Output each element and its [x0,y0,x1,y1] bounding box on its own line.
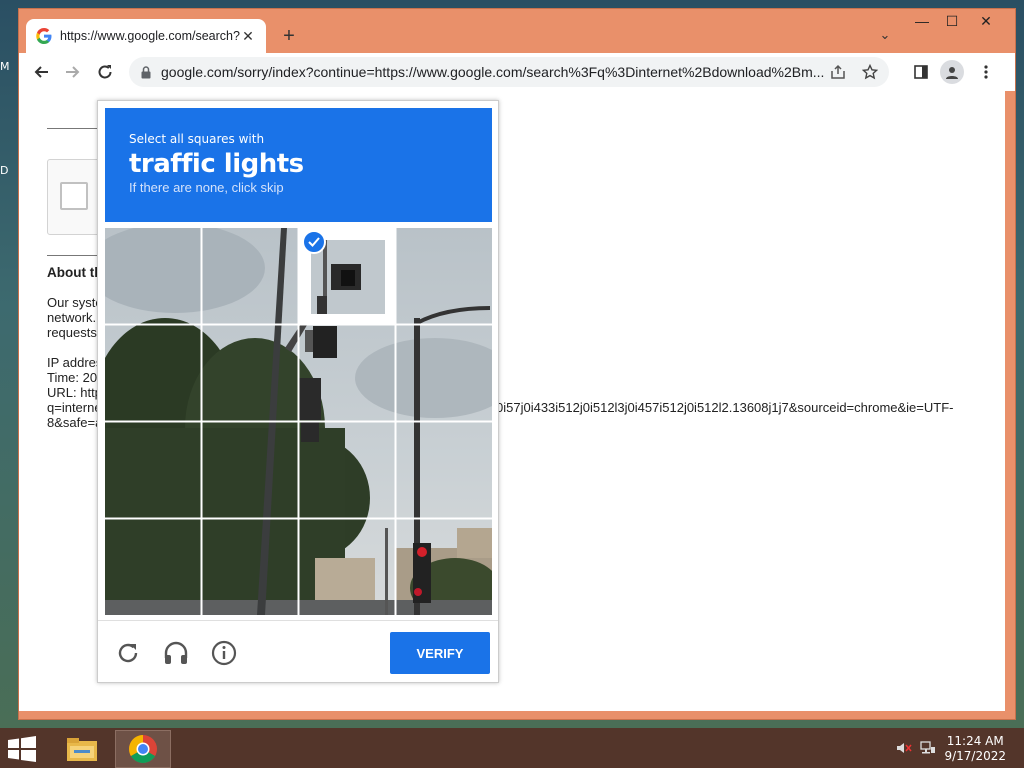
forward-arrow-icon[interactable] [61,60,85,84]
desktop-icon-label[interactable]: D [0,164,8,177]
captcha-tile-4[interactable] [396,228,492,324]
tab-strip: https://www.google.com/search? ✕ + ⌄ — ☐… [19,9,1015,53]
ip-address-line: IP addres [47,355,103,370]
share-icon[interactable] [825,59,851,85]
system-clock[interactable]: 11:24 AM 9/17/2022 [944,734,1006,764]
volume-muted-icon[interactable] [896,740,912,756]
captcha-tile-9[interactable] [105,422,201,518]
captcha-tile-11[interactable] [299,422,395,518]
info-icon[interactable] [208,637,240,669]
captcha-tile-12[interactable] [396,422,492,518]
tab-title: https://www.google.com/search? [60,29,240,43]
url-line: URL: http [47,385,102,400]
close-window-button[interactable]: ✕ [971,11,1001,33]
target-object-text: traffic lights [129,149,304,179]
verify-button[interactable]: VERIFY [390,632,490,674]
selected-tile-thumbnail [311,240,385,314]
url-line: q=interne [47,400,102,415]
tab-search-chevron-icon[interactable]: ⌄ [875,27,895,47]
body-text: requests [47,325,97,340]
captcha-tile-13[interactable] [105,519,201,615]
captcha-tile-16[interactable] [396,519,492,615]
captcha-tile-3-selected[interactable] [299,228,395,324]
captcha-tile-8[interactable] [396,325,492,421]
reload-icon[interactable] [93,60,117,84]
captcha-tile-2[interactable] [202,228,298,324]
about-heading: About th [47,265,103,280]
taskbar: 11:24 AM 9/17/2022 [0,728,1024,768]
chrome-taskbar-icon[interactable] [115,730,171,768]
url-text[interactable]: google.com/sorry/index?continue=https://… [161,64,825,80]
back-arrow-icon[interactable] [29,60,53,84]
recaptcha-challenge: Select all squares with traffic lights I… [97,100,499,683]
windows-start-icon[interactable] [8,736,38,762]
captcha-tile-6[interactable] [202,325,298,421]
divider [47,255,103,256]
clock-date: 9/17/2022 [944,749,1006,763]
network-icon[interactable] [920,740,936,756]
recaptcha-checkbox[interactable] [60,182,88,210]
more-menu-icon[interactable] [974,60,998,84]
google-favicon-icon [36,28,52,44]
new-tab-button[interactable]: + [277,25,301,49]
lock-icon[interactable] [141,65,151,79]
body-text: network. [47,310,97,325]
skip-hint-text: If there are none, click skip [129,180,284,195]
browser-toolbar: google.com/sorry/index?continue=https://… [19,53,1015,91]
captcha-tile-1[interactable] [105,228,201,324]
selected-check-icon [302,230,326,254]
maximize-button[interactable]: ☐ [937,11,967,33]
audio-challenge-headphones-icon[interactable] [160,637,192,669]
divider [47,128,103,129]
captcha-tile-15[interactable] [299,519,395,615]
captcha-tile-10[interactable] [202,422,298,518]
captcha-tile-5[interactable] [105,325,201,421]
time-line: Time: 20 [47,370,98,385]
captcha-tile-14[interactable] [202,519,298,615]
captcha-tile-7[interactable] [299,325,395,421]
minimize-button[interactable]: — [907,11,937,33]
reload-challenge-icon[interactable] [112,637,144,669]
challenge-footer: VERIFY [98,620,498,684]
browser-tab[interactable]: https://www.google.com/search? ✕ [26,19,266,53]
url-line: 8&safe=a [47,415,103,430]
instruction-text: Select all squares with [129,132,265,146]
close-tab-icon[interactable]: ✕ [240,28,256,45]
challenge-header: Select all squares with traffic lights I… [105,108,492,222]
bookmark-star-icon[interactable] [857,59,883,85]
side-panel-icon[interactable] [909,60,933,84]
file-explorer-icon[interactable] [54,730,110,768]
clock-time: 11:24 AM [946,734,1004,748]
address-bar[interactable]: google.com/sorry/index?continue=https://… [129,57,889,87]
image-grid [105,228,492,615]
profile-avatar-icon[interactable] [940,60,964,84]
body-text: Our syste [47,295,103,310]
desktop-icon-label[interactable]: M [0,60,10,73]
url-line-tail: 0i57j0i433i512j0i512l3j0i457i512j0i512l2… [496,400,954,415]
